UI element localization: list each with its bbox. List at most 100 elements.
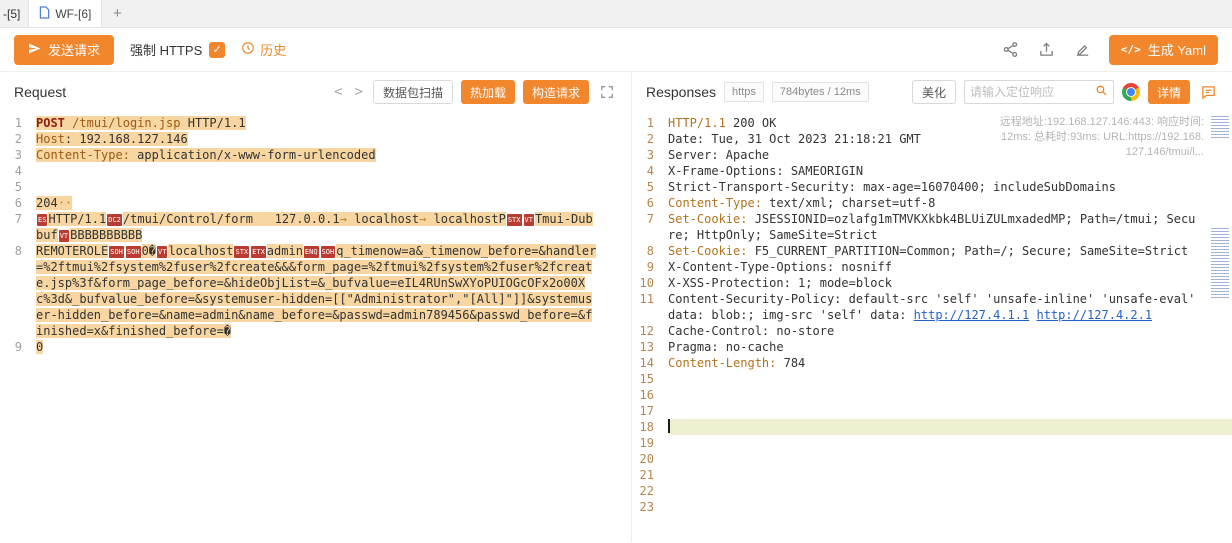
code-content[interactable]: POST /tmui/login.jsp HTTP/1.1 bbox=[36, 115, 631, 131]
code-content[interactable] bbox=[668, 403, 1232, 419]
code-content[interactable]: 204·· bbox=[36, 195, 631, 211]
code-line[interactable]: 8REMOTEROLESOHSOH0�VTlocalhostSTXETXadmi… bbox=[0, 243, 631, 339]
code-content[interactable] bbox=[36, 179, 631, 195]
open-in-browser-icon[interactable] bbox=[1122, 83, 1140, 101]
share-icon[interactable] bbox=[1001, 40, 1021, 60]
url-link[interactable]: http://127.4.1.1 bbox=[914, 308, 1030, 322]
comment-icon[interactable] bbox=[1198, 82, 1218, 102]
code-line[interactable]: 6204·· bbox=[0, 195, 631, 211]
code-line[interactable]: 4X-Frame-Options: SAMEORIGIN bbox=[632, 163, 1232, 179]
code-content[interactable] bbox=[668, 499, 1232, 515]
add-tab-button[interactable]: + bbox=[102, 0, 132, 27]
code-content[interactable]: Set-Cookie: JSESSIONID=ozlafg1mTMVKXkbk4… bbox=[668, 211, 1232, 243]
code-content[interactable]: Date: Tue, 31 Oct 2023 21:18:21 GMT bbox=[668, 131, 1232, 147]
code-line[interactable]: 14Content-Length: 784 bbox=[632, 355, 1232, 371]
next-packet-arrow[interactable]: > bbox=[353, 84, 365, 100]
export-icon[interactable] bbox=[1037, 40, 1057, 60]
code-content[interactable] bbox=[668, 483, 1232, 499]
beautify-button[interactable]: 美化 bbox=[912, 80, 956, 104]
line-number: 4 bbox=[632, 163, 668, 179]
code-line[interactable]: 90 bbox=[0, 339, 631, 355]
code-content[interactable] bbox=[36, 163, 631, 179]
code-line[interactable]: 16 bbox=[632, 387, 1232, 403]
minimap[interactable] bbox=[1208, 112, 1232, 542]
line-number: 11 bbox=[632, 291, 668, 307]
packet-scan-button[interactable]: 数据包扫描 bbox=[373, 80, 453, 104]
code-line[interactable]: 3Content-Type: application/x-www-form-ur… bbox=[0, 147, 631, 163]
code-content[interactable]: X-Content-Type-Options: nosniff bbox=[668, 259, 1232, 275]
code-line[interactable]: 7ESHTTP/1.1DC2/tmui/Control/form 127.0.0… bbox=[0, 211, 631, 243]
code-line[interactable]: 22 bbox=[632, 483, 1232, 499]
code-line[interactable]: 2Host: 192.168.127.146 bbox=[0, 131, 631, 147]
code-content[interactable]: X-Frame-Options: SAMEORIGIN bbox=[668, 163, 1232, 179]
code-line[interactable]: 5Strict-Transport-Security: max-age=1607… bbox=[632, 179, 1232, 195]
code-content[interactable]: Set-Cookie: F5_CURRENT_PARTITION=Common;… bbox=[668, 243, 1232, 259]
request-editor[interactable]: 1POST /tmui/login.jsp HTTP/1.12Host: 192… bbox=[0, 112, 631, 542]
line-number: 19 bbox=[632, 435, 668, 451]
code-line[interactable]: 1HTTP/1.1 200 OK bbox=[632, 115, 1232, 131]
code-line[interactable]: 1POST /tmui/login.jsp HTTP/1.1 bbox=[0, 115, 631, 131]
search-input[interactable] bbox=[970, 85, 1095, 99]
build-request-button[interactable]: 构造请求 bbox=[523, 80, 589, 104]
code-line[interactable]: 12Cache-Control: no-store bbox=[632, 323, 1232, 339]
code-content[interactable]: REMOTEROLESOHSOH0�VTlocalhostSTXETXadmin… bbox=[36, 243, 631, 339]
code-content[interactable] bbox=[668, 467, 1232, 483]
code-content[interactable] bbox=[668, 419, 1232, 435]
code-line[interactable]: 3Server: Apache bbox=[632, 147, 1232, 163]
control-char-badge: STX bbox=[234, 246, 249, 258]
code-line[interactable]: 15 bbox=[632, 371, 1232, 387]
code-line[interactable]: 11Content-Security-Policy: default-src '… bbox=[632, 291, 1232, 323]
response-editor[interactable]: 远程地址:192.168.127.146:443: 响应时间:12ms: 总耗时… bbox=[632, 112, 1232, 542]
code-content[interactable]: Content-Length: 784 bbox=[668, 355, 1232, 371]
code-token: HTTP/1.1 bbox=[181, 116, 246, 130]
code-content[interactable]: HTTP/1.1 200 OK bbox=[668, 115, 1232, 131]
code-content[interactable]: X-XSS-Protection: 1; mode=block bbox=[668, 275, 1232, 291]
code-line[interactable]: 18 bbox=[632, 419, 1232, 435]
code-line[interactable]: 6Content-Type: text/xml; charset=utf-8 bbox=[632, 195, 1232, 211]
code-content[interactable]: Cache-Control: no-store bbox=[668, 323, 1232, 339]
code-line[interactable]: 9X-Content-Type-Options: nosniff bbox=[632, 259, 1232, 275]
code-content[interactable]: Pragma: no-cache bbox=[668, 339, 1232, 355]
detail-button[interactable]: 详情 bbox=[1148, 80, 1190, 104]
code-line[interactable]: 21 bbox=[632, 467, 1232, 483]
line-number: 2 bbox=[0, 131, 36, 147]
hot-reload-button[interactable]: 热加载 bbox=[461, 80, 515, 104]
edit-icon[interactable] bbox=[1073, 40, 1093, 60]
code-line[interactable]: 20 bbox=[632, 451, 1232, 467]
code-line[interactable]: 2Date: Tue, 31 Oct 2023 21:18:21 GMT bbox=[632, 131, 1232, 147]
url-link[interactable]: http://127.4.2.1 bbox=[1036, 308, 1152, 322]
code-content[interactable] bbox=[668, 451, 1232, 467]
generate-yaml-button[interactable]: </> 生成 Yaml bbox=[1109, 35, 1218, 65]
code-content[interactable]: Strict-Transport-Security: max-age=16070… bbox=[668, 179, 1232, 195]
code-content[interactable] bbox=[668, 387, 1232, 403]
code-content[interactable] bbox=[668, 435, 1232, 451]
code-line[interactable]: 23 bbox=[632, 499, 1232, 515]
send-request-button[interactable]: 发送请求 bbox=[14, 35, 114, 65]
code-content[interactable]: Content-Type: text/xml; charset=utf-8 bbox=[668, 195, 1232, 211]
tab-active[interactable]: WF-[6] bbox=[28, 0, 102, 27]
code-content[interactable]: Server: Apache bbox=[668, 147, 1232, 163]
code-line[interactable]: 4 bbox=[0, 163, 631, 179]
code-line[interactable]: 13Pragma: no-cache bbox=[632, 339, 1232, 355]
code-content[interactable]: ESHTTP/1.1DC2/tmui/Control/form 127.0.0.… bbox=[36, 211, 631, 243]
code-content[interactable]: Host: 192.168.127.146 bbox=[36, 131, 631, 147]
force-https-checkbox[interactable]: ✓ bbox=[209, 42, 225, 58]
search-icon[interactable] bbox=[1095, 84, 1108, 100]
code-line[interactable]: 19 bbox=[632, 435, 1232, 451]
code-line[interactable]: 8Set-Cookie: F5_CURRENT_PARTITION=Common… bbox=[632, 243, 1232, 259]
history-button[interactable]: 历史 bbox=[241, 40, 286, 59]
code-line[interactable]: 5 bbox=[0, 179, 631, 195]
line-number: 5 bbox=[632, 179, 668, 195]
fullscreen-icon[interactable] bbox=[597, 82, 617, 102]
code-token: localhost bbox=[168, 244, 233, 258]
code-content[interactable] bbox=[668, 371, 1232, 387]
code-content[interactable]: 0 bbox=[36, 339, 631, 355]
tab-prev[interactable]: -[5] bbox=[0, 0, 28, 27]
prev-packet-arrow[interactable]: < bbox=[332, 84, 344, 100]
code-line[interactable]: 7Set-Cookie: JSESSIONID=ozlafg1mTMVKXkbk… bbox=[632, 211, 1232, 243]
line-number: 15 bbox=[632, 371, 668, 387]
code-content[interactable]: Content-Type: application/x-www-form-url… bbox=[36, 147, 631, 163]
code-line[interactable]: 17 bbox=[632, 403, 1232, 419]
code-content[interactable]: Content-Security-Policy: default-src 'se… bbox=[668, 291, 1232, 323]
code-line[interactable]: 10X-XSS-Protection: 1; mode=block bbox=[632, 275, 1232, 291]
